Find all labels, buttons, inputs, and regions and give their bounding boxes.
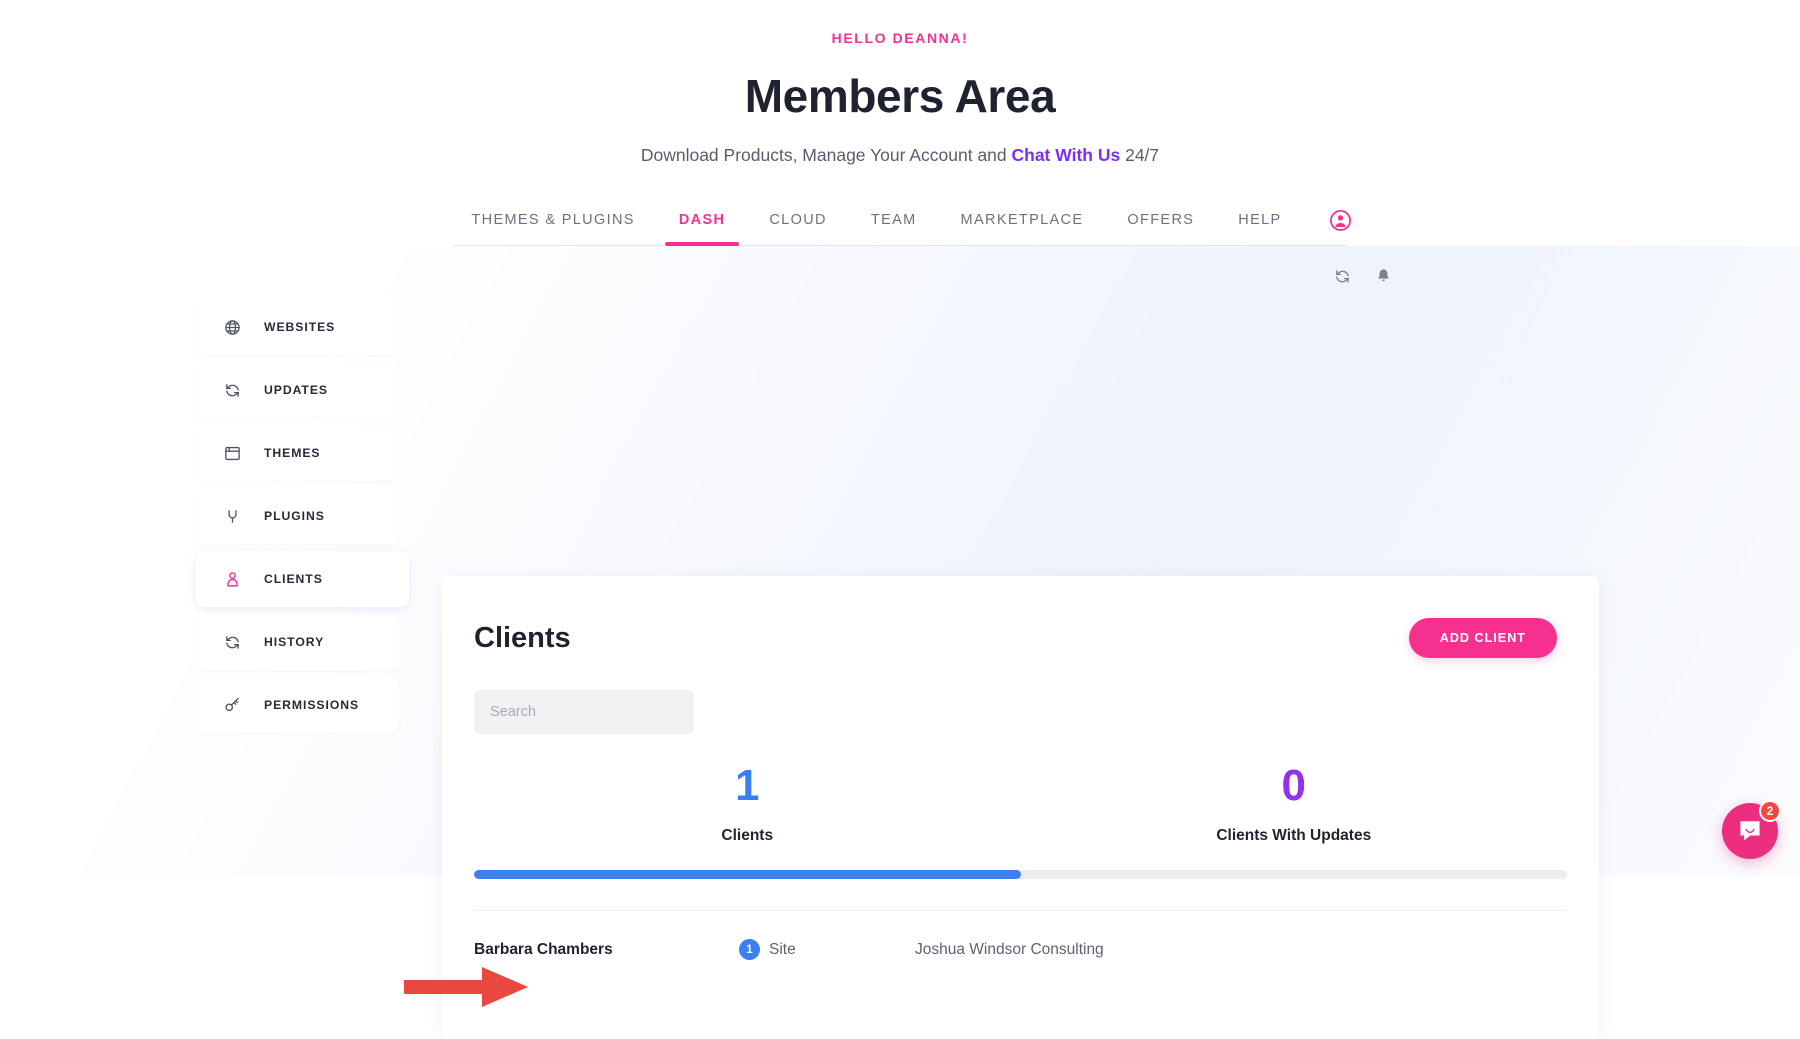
clients-card: Clients ADD CLIENT 1 Clients 0 Clients With… — [442, 576, 1599, 1039]
progress-fill — [474, 870, 1021, 879]
sidebar-item-label: PLUGINS — [264, 509, 325, 523]
client-list: Barbara Chambers 1 Site Joshua Windsor Cons… — [442, 910, 1599, 960]
stat-label: Clients With Updates — [1216, 827, 1372, 844]
sidebar-item-themes[interactable]: THEMES — [196, 425, 399, 481]
card-title: Clients — [474, 621, 571, 654]
sidebar-item-label: WEBSITES — [264, 320, 336, 334]
nav-tab-dash[interactable]: DASH — [657, 212, 748, 246]
nav-tabs: THEMES & PLUGINS DASH CLOUD TEAM MARKETPLACE… — [453, 210, 1351, 246]
plug-icon — [224, 508, 241, 525]
chat-with-us-link[interactable]: Chat With Us — [1012, 145, 1121, 165]
sidebar-item-updates[interactable]: UPDATES — [196, 362, 399, 418]
window-icon — [224, 445, 241, 462]
hero-subtitle-before: Download Products, Manage Your Account a… — [640, 145, 1012, 165]
stat-value: 0 — [1281, 761, 1306, 810]
toolbar-icons — [1334, 268, 1392, 290]
nav-tab-marketplace[interactable]: MARKETPLACE — [939, 212, 1106, 244]
card-header: Clients ADD CLIENT — [442, 576, 1599, 658]
stat-clients: 1 Clients — [474, 764, 1021, 845]
nav-tab-themes-plugins[interactable]: THEMES & PLUGINS — [449, 212, 656, 244]
nav-tab-team[interactable]: TEAM — [849, 212, 939, 244]
sidebar-item-label: THEMES — [264, 446, 321, 460]
sidebar-item-websites[interactable]: WEBSITES — [196, 299, 399, 355]
sidebar-item-clients[interactable]: CLIENTS — [196, 551, 409, 607]
stat-label: Clients — [721, 827, 774, 844]
stats-row: 1 Clients 0 Clients With Updates — [442, 764, 1599, 845]
hero-subtitle-after: 24/7 — [1120, 145, 1160, 165]
sidebar-item-history[interactable]: HISTORY — [196, 614, 399, 670]
hero-header: HELLO DEANNA! Members Area Download Prod… — [0, 0, 1800, 166]
nav-tab-cloud[interactable]: CLOUD — [747, 212, 849, 244]
app-shell: WEBSITES UPDATES THEMES PLUGINS CLIENTS HISTO… — [0, 246, 1800, 1039]
nav-tab-help[interactable]: HELP — [1216, 212, 1303, 244]
search-input[interactable] — [474, 690, 694, 734]
stat-clients-with-updates: 0 Clients With Updates — [1021, 764, 1568, 845]
chat-widget: 2 — [1722, 800, 1781, 859]
stat-value: 1 — [735, 761, 760, 810]
globe-icon — [224, 319, 241, 336]
greeting-text: HELLO DEANNA! — [831, 30, 969, 46]
sidebar-item-permissions[interactable]: PERMISSIONS — [196, 677, 399, 733]
refresh-icon — [224, 382, 241, 399]
refresh-icon — [224, 634, 241, 651]
nav-tab-offers[interactable]: OFFERS — [1105, 212, 1216, 244]
client-sites: 1 Site — [739, 939, 915, 960]
client-name: Barbara Chambers — [474, 940, 613, 958]
bell-icon[interactable] — [1375, 268, 1392, 290]
site-count-badge: 1 — [739, 939, 760, 960]
sidebar-item-plugins[interactable]: PLUGINS — [196, 488, 399, 544]
page-title: Members Area — [744, 70, 1056, 122]
refresh-icon[interactable] — [1334, 268, 1351, 290]
sidebar-item-label: UPDATES — [264, 383, 328, 397]
client-row[interactable]: Barbara Chambers 1 Site Joshua Windsor Cons… — [474, 910, 1567, 960]
hero-subtitle: Download Products, Manage Your Account a… — [0, 145, 1800, 166]
key-icon — [224, 697, 241, 714]
account-circle-icon[interactable] — [1329, 210, 1351, 231]
main-navigation: THEMES & PLUGINS DASH CLOUD TEAM MARKETPLACE… — [0, 210, 1800, 246]
client-company: Joshua Windsor Consulting — [915, 940, 1104, 958]
chat-unread-badge: 2 — [1759, 800, 1781, 822]
clients-progress-bar — [474, 870, 1567, 879]
sidebar-item-label: PERMISSIONS — [264, 698, 360, 712]
site-label: Site — [769, 940, 796, 958]
sidebar-item-label: HISTORY — [264, 635, 325, 649]
add-client-button[interactable]: ADD CLIENT — [1408, 618, 1557, 658]
person-icon — [224, 571, 241, 588]
sidebar: WEBSITES UPDATES THEMES PLUGINS CLIENTS HISTO… — [196, 299, 409, 733]
sidebar-item-label: CLIENTS — [264, 572, 323, 586]
